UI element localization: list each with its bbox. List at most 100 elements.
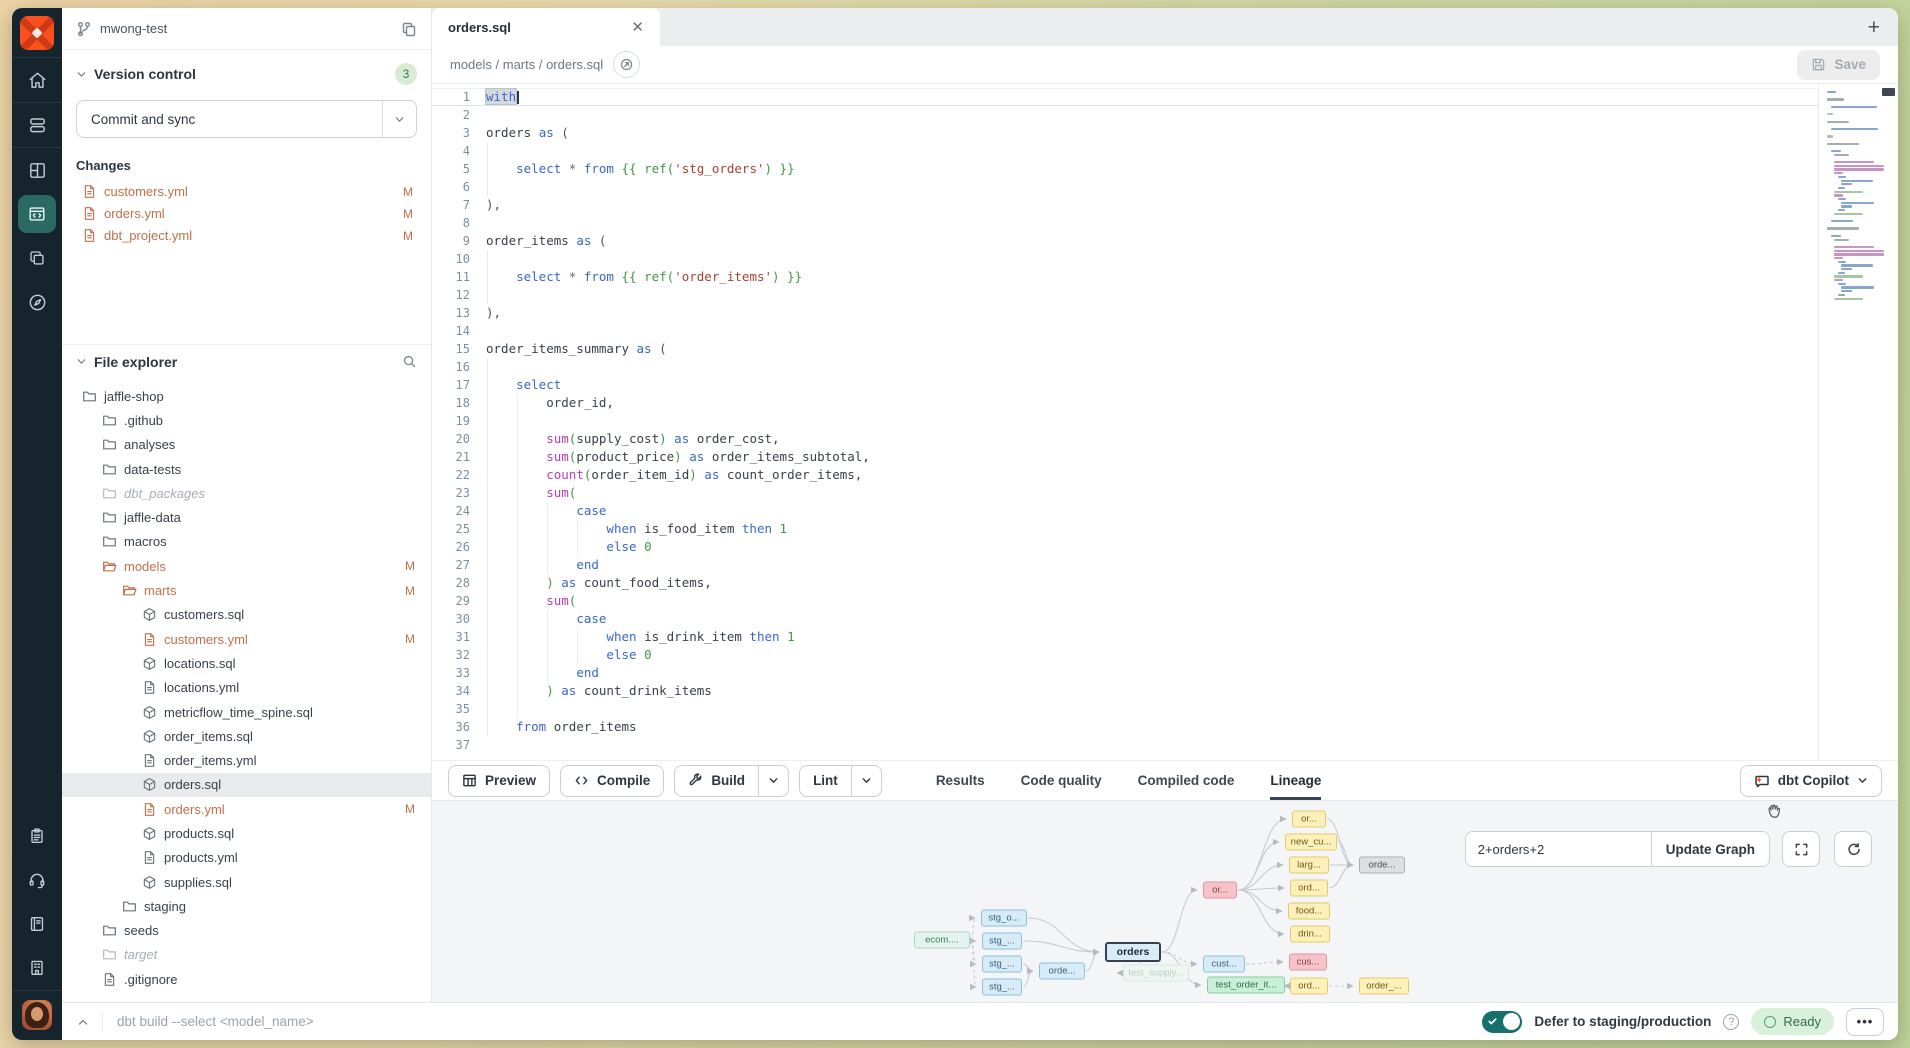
support-headset-icon[interactable] <box>12 858 62 902</box>
lineage-node-p1[interactable]: or... <box>1203 882 1237 899</box>
tab-compiled-code[interactable]: Compiled code <box>1138 761 1235 800</box>
more-options-button[interactable]: ••• <box>1846 1008 1884 1036</box>
preview-button[interactable]: Preview <box>448 765 550 797</box>
tab-orders-sql[interactable]: orders.sql ✕ <box>432 8 660 46</box>
code-line-1[interactable]: 1with <box>432 88 1818 106</box>
code-line-9[interactable]: 9order_items as ( <box>432 232 1818 250</box>
lineage-node-y6[interactable]: drin... <box>1290 926 1330 943</box>
lint-dropdown[interactable] <box>851 766 881 796</box>
lineage-node-y7[interactable]: ord... <box>1290 978 1328 995</box>
lineage-node-g1[interactable]: orde... <box>1359 857 1405 874</box>
code-line-7[interactable]: 7), <box>432 196 1818 214</box>
code-line-23[interactable]: 23 sum( <box>432 484 1818 502</box>
code-line-32[interactable]: 32 else 0 <box>432 646 1818 664</box>
dbt-copilot-button[interactable]: dbt Copilot <box>1740 765 1882 797</box>
lineage-node-o1[interactable]: orde... <box>1039 963 1085 980</box>
file-explorer-header[interactable]: File explorer <box>62 344 431 378</box>
tree-item-supplies.sql[interactable]: supplies.sql <box>62 870 431 894</box>
refresh-button[interactable] <box>1834 831 1872 867</box>
code-line-31[interactable]: 31 when is_drink_item then 1 <box>432 628 1818 646</box>
tree-item-models[interactable]: modelsM <box>62 554 431 578</box>
code-line-10[interactable]: 10 <box>432 250 1818 268</box>
copy-file-icon[interactable] <box>401 21 417 37</box>
code-line-35[interactable]: 35 <box>432 700 1818 718</box>
new-tab-button[interactable]: + <box>1868 17 1880 38</box>
tree-item-analyses[interactable]: analyses <box>62 433 431 457</box>
lineage-node-y2[interactable]: new_cu... <box>1285 834 1337 851</box>
code-line-8[interactable]: 8 <box>432 214 1818 232</box>
commit-dropdown[interactable] <box>382 101 416 137</box>
update-graph-button[interactable]: Update Graph <box>1651 832 1769 866</box>
tree-item-products.yml[interactable]: products.yml <box>62 846 431 870</box>
ide-icon[interactable] <box>12 192 62 236</box>
code-line-11[interactable]: 11 select * from {{ ref('order_items') }… <box>432 268 1818 286</box>
tree-item-jaffle-data[interactable]: jaffle-data <box>62 505 431 529</box>
lineage-node-t1[interactable]: test_order_it... <box>1207 977 1285 994</box>
build-segment[interactable]: Build <box>675 766 758 796</box>
tree-item-marts[interactable]: martsM <box>62 578 431 602</box>
lineage-search-input[interactable] <box>1466 832 1651 866</box>
tree-item-metricflow_time_spine.sql[interactable]: metricflow_time_spine.sql <box>62 700 431 724</box>
docs-book-icon[interactable] <box>12 902 62 946</box>
locate-in-tree-button[interactable] <box>613 51 640 78</box>
tab-code-quality[interactable]: Code quality <box>1021 761 1102 800</box>
tree-item-products.sql[interactable]: products.sql <box>62 821 431 845</box>
windows-icon[interactable] <box>12 236 62 280</box>
changed-file-customers.yml[interactable]: customers.ymlM <box>76 181 417 202</box>
tree-item-customers.sql[interactable]: customers.sql <box>62 603 431 627</box>
changed-file-dbt_project.yml[interactable]: dbt_project.ymlM <box>76 225 417 246</box>
code-line-37[interactable]: 37 <box>432 736 1818 754</box>
lint-segment[interactable]: Lint <box>800 766 851 796</box>
tree-item-locations.yml[interactable]: locations.yml <box>62 676 431 700</box>
lineage-node-s3[interactable]: stg_... <box>982 956 1022 973</box>
lineage-node-y5[interactable]: food... <box>1288 903 1330 920</box>
defer-toggle[interactable] <box>1482 1011 1522 1033</box>
environments-icon[interactable] <box>12 103 62 147</box>
tree-item-target[interactable]: target <box>62 943 431 967</box>
tree-item-staging[interactable]: staging <box>62 894 431 918</box>
tree-item-jaffle-shop[interactable]: jaffle-shop <box>62 384 431 408</box>
lint-button[interactable]: Lint <box>799 765 882 797</box>
search-icon[interactable] <box>402 354 417 369</box>
code-line-16[interactable]: 16 <box>432 358 1818 376</box>
code-line-34[interactable]: 34 ) as count_drink_items <box>432 682 1818 700</box>
code-line-13[interactable]: 13), <box>432 304 1818 322</box>
close-icon[interactable]: ✕ <box>631 18 644 36</box>
lineage-node-s2[interactable]: stg_... <box>982 933 1022 950</box>
changed-file-orders.yml[interactable]: orders.ymlM <box>76 203 417 224</box>
code-line-36[interactable]: 36 from order_items <box>432 718 1818 736</box>
code-line-26[interactable]: 26 else 0 <box>432 538 1818 556</box>
chevron-up-icon[interactable] <box>76 1015 90 1029</box>
lineage-node-y8[interactable]: order_... <box>1359 978 1409 995</box>
help-icon[interactable]: ? <box>1723 1014 1739 1030</box>
lineage-node-y1[interactable]: or... <box>1292 811 1326 828</box>
code-line-4[interactable]: 4 <box>432 142 1818 160</box>
lineage-node-e1[interactable]: ecom.... <box>914 932 970 949</box>
code-line-33[interactable]: 33 end <box>432 664 1818 682</box>
code-editor[interactable]: 1with23orders as (45 select * from {{ re… <box>432 84 1898 760</box>
dbt-logo[interactable] <box>20 16 54 50</box>
minimap[interactable] <box>1818 84 1898 760</box>
tree-item-dbt_packages[interactable]: dbt_packages <box>62 481 431 505</box>
tree-item-order_items.yml[interactable]: order_items.yml <box>62 748 431 772</box>
user-avatar[interactable] <box>22 1000 52 1030</box>
orchestration-compass-icon[interactable] <box>12 280 62 324</box>
lineage-node-y4[interactable]: ord... <box>1290 880 1328 897</box>
build-button[interactable]: Build <box>674 765 789 797</box>
code-line-15[interactable]: 15order_items_summary as ( <box>432 340 1818 358</box>
tree-item-locations.sql[interactable]: locations.sql <box>62 651 431 675</box>
tree-item-.gitignore[interactable]: .gitignore <box>62 967 431 991</box>
code-line-28[interactable]: 28 ) as count_food_items, <box>432 574 1818 592</box>
lineage-node-p2[interactable]: cus... <box>1289 954 1327 971</box>
code-line-6[interactable]: 6 <box>432 178 1818 196</box>
dbt-command-input[interactable] <box>115 1013 1470 1030</box>
code-line-21[interactable]: 21 sum(product_price) as order_items_sub… <box>432 448 1818 466</box>
tree-item-order_items.sql[interactable]: order_items.sql <box>62 724 431 748</box>
home-icon[interactable] <box>12 58 62 102</box>
clipboard-icon[interactable] <box>12 814 62 858</box>
tab-lineage[interactable]: Lineage <box>1270 761 1321 800</box>
dashboard-icon[interactable] <box>12 148 62 192</box>
code-line-2[interactable]: 2 <box>432 106 1818 124</box>
commit-and-sync-button[interactable]: Commit and sync <box>76 100 417 138</box>
lineage-node-ts[interactable]: test_supply... <box>1123 965 1189 982</box>
